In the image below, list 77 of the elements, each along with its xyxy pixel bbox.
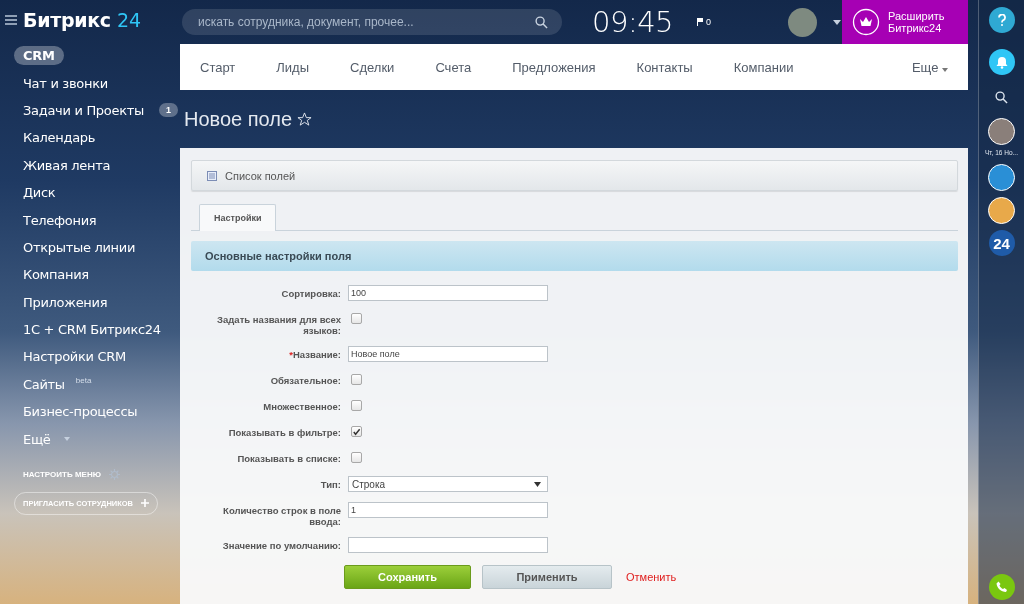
field-label: Обязательное: (269, 374, 341, 388)
bitrix-logo-badge[interactable]: 24 (988, 230, 1015, 256)
checkbox[interactable] (351, 374, 362, 385)
notifications-button[interactable] (988, 49, 1015, 75)
sidebar-item[interactable]: 1С + CRM Битрикс24 (14, 320, 170, 340)
logo[interactable]: Битрикс 24 (23, 9, 141, 31)
more-menu[interactable]: Еще (911, 59, 948, 75)
nav-tab[interactable]: Сделки (350, 59, 395, 75)
text-input[interactable]: 1 (348, 502, 548, 518)
list-icon (207, 170, 217, 181)
field-label: Сортировка: (280, 287, 341, 301)
sidebar-item[interactable]: CRM (14, 46, 64, 66)
nav-tab[interactable]: Предложения (512, 59, 596, 75)
contact-avatar[interactable] (988, 197, 1015, 224)
section-header: Основные настройки поля (191, 241, 958, 271)
text-input[interactable]: 100 (348, 285, 548, 301)
plus-icon (141, 499, 149, 508)
user-avatar[interactable] (788, 7, 818, 37)
text-input[interactable] (348, 537, 548, 553)
count-badge: 1 (158, 103, 178, 118)
page-title: Новое поле (184, 107, 293, 131)
search-field[interactable]: искать сотрудника, документ, прочее... (182, 9, 562, 35)
caret-icon[interactable] (833, 19, 842, 25)
type-select[interactable]: Строка (348, 476, 548, 492)
sidebar-item[interactable]: Компания (14, 265, 98, 285)
field-label: Показывать в фильтре: (227, 426, 341, 440)
checkbox[interactable] (351, 313, 362, 324)
field-label: Тип: (319, 478, 341, 492)
contact-avatar[interactable] (988, 164, 1015, 191)
search-icon[interactable] (535, 15, 548, 29)
checkbox[interactable] (351, 452, 362, 463)
nav-tab[interactable]: Лиды (276, 59, 310, 75)
sidebar-item[interactable]: Настройки CRM (14, 347, 135, 367)
field-label: Показывать в списке: (236, 452, 341, 466)
beta-label: beta (75, 375, 92, 385)
menu-icon[interactable] (5, 15, 17, 25)
contact-avatar[interactable] (988, 118, 1015, 145)
field-label: Множественное: (262, 400, 341, 414)
sidebar-item[interactable]: Телефония (14, 210, 106, 230)
clock: 09:45 (592, 5, 674, 39)
search-input[interactable]: искать сотрудника, документ, прочее... (196, 14, 535, 30)
field-label: Задать названия для всех языков: (216, 313, 341, 336)
sidebar-item[interactable]: Сайты (14, 374, 74, 394)
crown-icon (852, 8, 880, 36)
nav-tab[interactable]: Старт (200, 59, 236, 75)
flag-icon[interactable] (697, 18, 704, 26)
sidebar-item[interactable]: Чат и звонки (14, 73, 117, 93)
checkbox[interactable] (351, 400, 362, 411)
field-label: Значение по умолчанию: (221, 539, 341, 553)
sidebar-item[interactable]: Приложения (14, 292, 117, 312)
nav-tab[interactable]: Контакты (636, 59, 693, 75)
field-label: *Название: (288, 348, 341, 362)
fields-list-button[interactable]: Список полей (191, 160, 958, 191)
text-input[interactable]: Новое поле (348, 346, 548, 362)
cancel-link[interactable]: Отменить (626, 571, 677, 583)
search-icon[interactable] (995, 91, 1008, 104)
bell-icon (995, 55, 1008, 69)
sidebar-item[interactable]: Диск (14, 183, 65, 203)
nav-tab[interactable]: Счета (435, 59, 472, 75)
star-icon[interactable] (297, 111, 313, 127)
checkbox[interactable] (351, 426, 362, 437)
sidebar-item[interactable]: Живая лента (14, 155, 120, 175)
help-button[interactable] (988, 7, 1015, 33)
field-label: Количество строк в поле ввода: (222, 504, 341, 527)
question-mark-icon (997, 14, 1006, 26)
upgrade-button[interactable]: Расширить Битрикс24 (842, 0, 968, 44)
sidebar-item[interactable]: Задачи и Проекты (14, 100, 153, 120)
nav-tab[interactable]: Компании (733, 59, 794, 75)
phone-icon (995, 581, 1008, 593)
settings-tab[interactable]: Настройки (199, 204, 277, 231)
flag-count: 0 (706, 17, 712, 27)
caret-icon (942, 67, 948, 72)
sidebar-item[interactable]: Календарь (14, 128, 105, 148)
phone-button[interactable] (988, 574, 1015, 600)
sidebar-item[interactable]: Открытые линии (14, 237, 145, 257)
apply-button[interactable]: Применить (482, 565, 612, 589)
caret-icon (534, 481, 541, 487)
